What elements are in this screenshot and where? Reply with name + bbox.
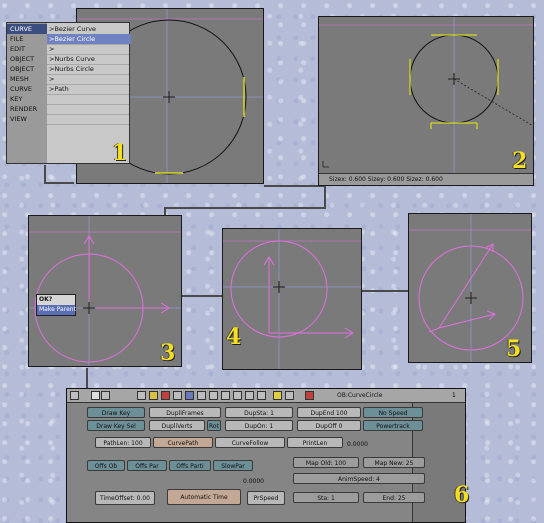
menu-option-item[interactable]: >Bezier Curve — [47, 24, 131, 34]
draw-key-button[interactable]: Draw Key — [87, 407, 145, 418]
menu-option-item[interactable] — [47, 104, 131, 114]
sta-field[interactable]: Sta: 1 — [293, 492, 359, 503]
menu-category-item[interactable]: KEY — [7, 94, 47, 104]
menu-option-item[interactable]: >Path — [47, 84, 131, 94]
printlen-value: 0.0000 — [347, 441, 368, 448]
dupsta-field[interactable]: DupSta: 1 — [225, 407, 293, 418]
menu-category-item[interactable]: RENDER — [7, 104, 47, 114]
constraint-icon[interactable] — [221, 391, 230, 400]
radiosity-icon[interactable] — [273, 391, 282, 400]
panel-3-viewport — [28, 215, 182, 367]
popup-title: OK? — [39, 296, 53, 303]
menu-option-item[interactable] — [47, 94, 131, 104]
dupliframes-button[interactable]: DupliFrames — [149, 407, 221, 418]
menu-option-item[interactable]: > — [47, 74, 131, 84]
pathlen-field[interactable]: PathLen: 100 — [95, 437, 151, 448]
end-field[interactable]: End: 25 — [363, 492, 425, 503]
connector-3-6 — [86, 368, 88, 390]
menu-separator — [47, 124, 129, 125]
printlen-button[interactable]: PrintLen — [287, 437, 343, 448]
panel-4-viewport — [222, 228, 362, 370]
connector-4-5 — [360, 290, 410, 292]
slowpar-button[interactable]: SlowPar — [213, 460, 253, 471]
offs-par-button[interactable]: Offs Par — [127, 460, 167, 471]
render-icon[interactable] — [285, 391, 294, 400]
dupon-field[interactable]: DupOn: 1 — [225, 420, 293, 431]
dupoff-field[interactable]: DupOff 0 — [297, 420, 361, 431]
step-number-5: 5 — [506, 336, 522, 362]
time-offset-field[interactable]: TimeOffset: 0.00 — [95, 491, 155, 505]
panel-2-canvas — [319, 17, 533, 177]
menu-category-item[interactable]: MESH — [7, 74, 47, 84]
map-old-field[interactable]: Map Old: 100 — [293, 457, 359, 468]
window-type-icon[interactable] — [70, 391, 79, 400]
menu-option-item[interactable]: >Nurbs Circle — [47, 64, 131, 74]
connector-2-3b — [324, 185, 326, 209]
display-icon[interactable] — [257, 391, 266, 400]
curvepath-button[interactable]: CurvePath — [153, 437, 213, 448]
prspeed-button[interactable]: PrSpeed — [247, 491, 285, 505]
menu-option-item[interactable] — [47, 114, 131, 124]
buttons-header: OB:CurveCircle 1 — [67, 389, 465, 403]
step-number-3: 3 — [160, 340, 176, 366]
menu-option-item[interactable]: > — [47, 44, 131, 54]
menu-category-item[interactable]: VIEW — [7, 114, 47, 124]
connector-1-2c — [44, 182, 74, 184]
sound-icon[interactable] — [233, 391, 242, 400]
menu-category-item[interactable]: EDIT — [7, 44, 47, 54]
menu-category-item[interactable]: FILE — [7, 34, 47, 44]
offs-parti-button[interactable]: Offs Parti — [169, 460, 211, 471]
script-icon[interactable] — [245, 391, 254, 400]
connector-3-4 — [182, 295, 222, 297]
connector-1-2 — [264, 185, 324, 187]
animspeed-field[interactable]: AnimSpeed: 4 — [293, 473, 425, 484]
draw-key-sel-button[interactable]: Draw Key Sel — [87, 420, 145, 431]
dupliverts-button[interactable]: DupliVerts — [149, 420, 205, 431]
menu-category-item[interactable]: OBJECT — [7, 64, 47, 74]
home-icon[interactable] — [101, 391, 110, 400]
menu-category-item[interactable]: CURVE — [7, 84, 47, 94]
panel-2-viewport: Sizex: 0.600 Sizey: 0.600 Sizez: 0.600 — [318, 16, 534, 186]
powertrack-button[interactable]: Powertrack — [363, 420, 423, 431]
curvefollow-button[interactable]: CurveFollow — [215, 437, 285, 448]
anim-buttons-window: OB:CurveCircle 1 Draw Key DupliFrames Du… — [66, 388, 466, 523]
rot-button[interactable]: Rot — [207, 420, 221, 431]
step-number-1: 1 — [112, 140, 128, 166]
step-number-2: 2 — [512, 148, 528, 174]
menu-option-item[interactable]: >Bezier Circle — [47, 34, 131, 44]
edit-icon[interactable] — [209, 391, 218, 400]
panel-2-status: Sizex: 0.600 Sizey: 0.600 Sizez: 0.600 — [319, 173, 533, 185]
object-name-field[interactable]: OB:CurveCircle — [337, 391, 397, 400]
no-speed-button[interactable]: No Speed — [363, 407, 423, 418]
step-number-6: 6 — [454, 482, 470, 508]
connector-1-2b — [44, 165, 46, 183]
connector-2-3 — [164, 207, 326, 209]
rec-icon[interactable] — [305, 391, 314, 400]
ctime-value: 0.0000 — [243, 478, 264, 485]
world-icon[interactable] — [197, 391, 206, 400]
view3d-icon[interactable] — [137, 391, 146, 400]
dupend-field[interactable]: DupEnd 100 — [297, 407, 361, 418]
header-number: 1 — [452, 392, 456, 399]
texture-icon[interactable] — [173, 391, 182, 400]
menu-option-item[interactable]: >Nurbs Curve — [47, 54, 131, 64]
anim-icon[interactable] — [185, 391, 194, 400]
offs-ob-button[interactable]: Offs Ob — [87, 460, 125, 471]
menu-category-item[interactable]: CURVE — [7, 24, 47, 34]
map-new-field[interactable]: Map New: 25 — [363, 457, 425, 468]
make-parent-item[interactable]: Make Parent — [37, 305, 76, 315]
material-icon[interactable] — [161, 391, 170, 400]
view-icon[interactable] — [91, 391, 100, 400]
automatic-time-button[interactable]: Automatic Time — [167, 489, 241, 505]
step-number-4: 4 — [226, 324, 242, 350]
menu-category-item[interactable]: OBJECT — [7, 54, 47, 64]
lamp-icon[interactable] — [149, 391, 158, 400]
panel-4-canvas — [223, 229, 361, 369]
make-parent-popup: OK? Make Parent — [36, 294, 76, 316]
